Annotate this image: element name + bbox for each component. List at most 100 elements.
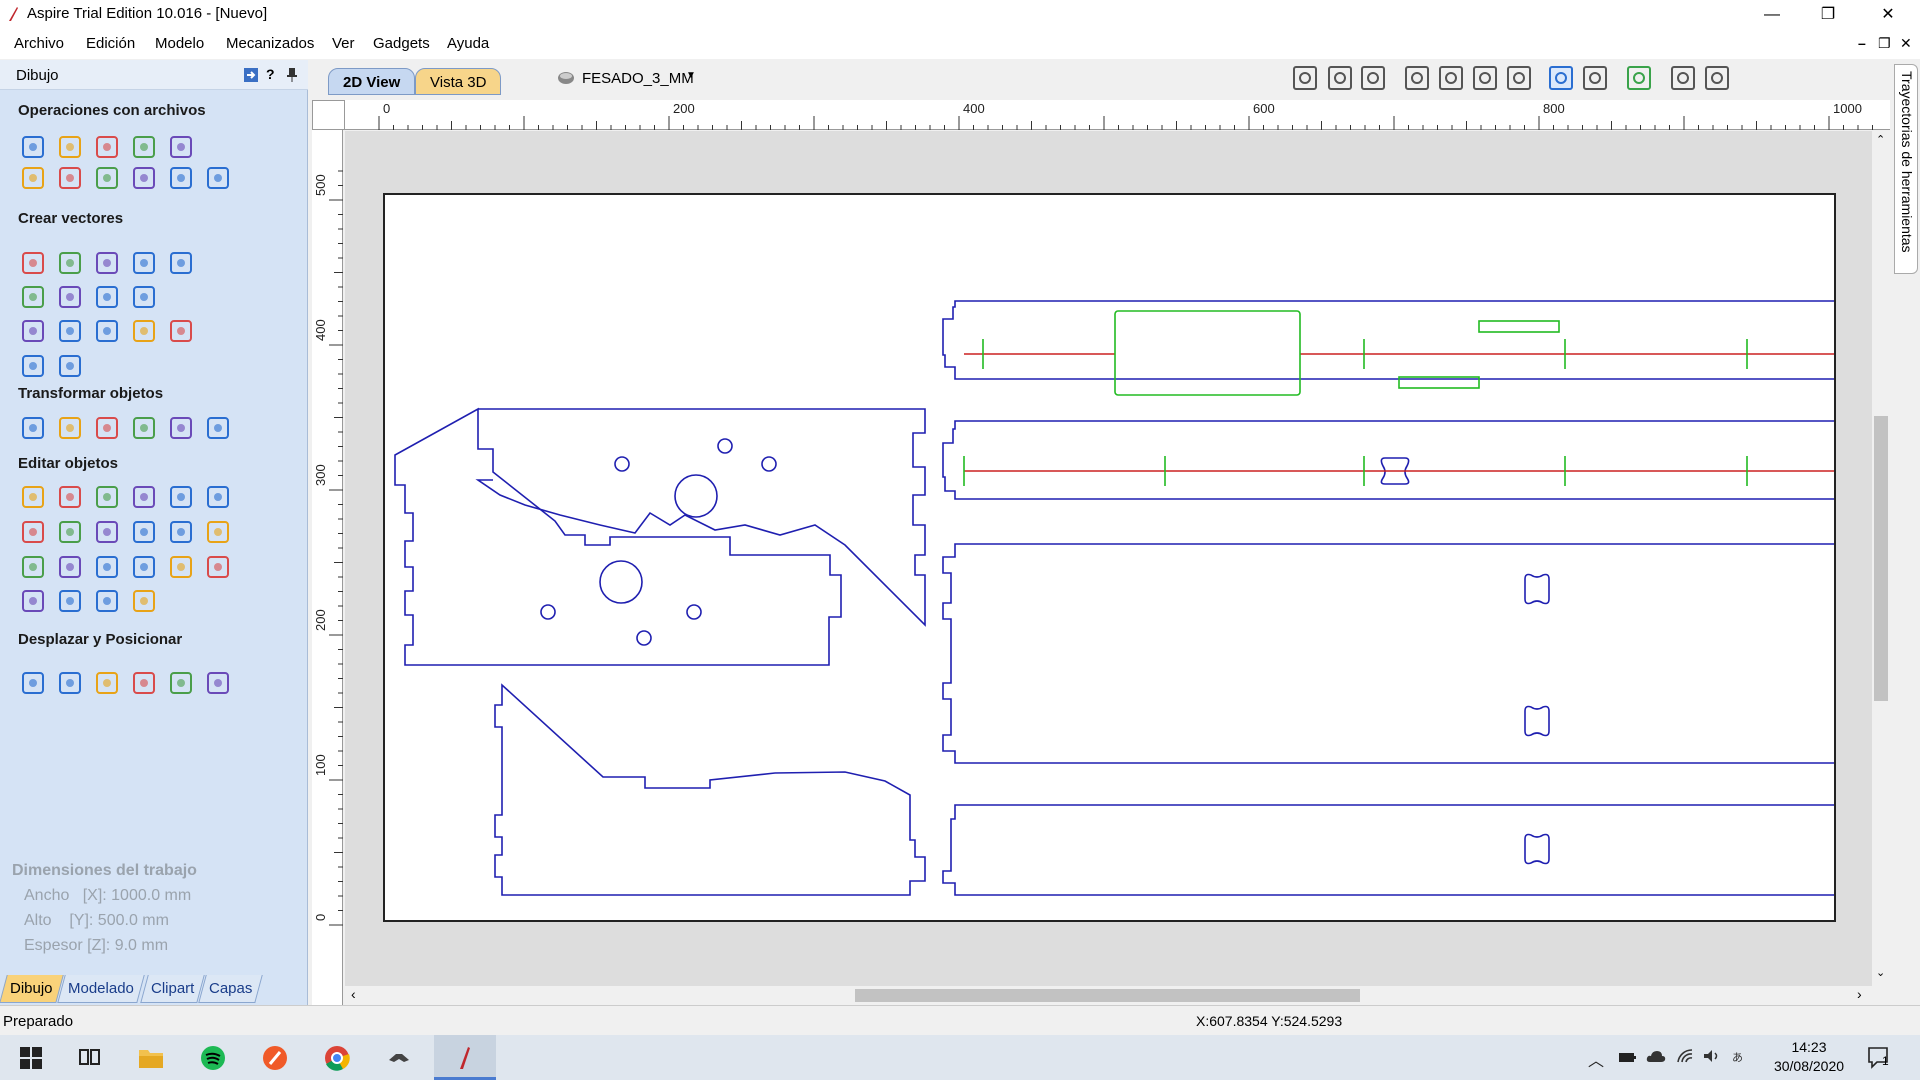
- material-icon[interactable]: [1624, 63, 1654, 93]
- text-box-icon[interactable]: [55, 316, 85, 346]
- draw-tool-icon[interactable]: [18, 351, 48, 381]
- taskbar-app[interactable]: [244, 1035, 306, 1080]
- edit-icon[interactable]: [203, 482, 233, 512]
- tab-clipart[interactable]: Clipart: [140, 975, 206, 1003]
- cloud-icon[interactable]: [1646, 1049, 1666, 1063]
- scroll-right-icon[interactable]: ›: [1857, 986, 1862, 1002]
- undo-icon[interactable]: [166, 163, 196, 193]
- toolpath-preview-icon[interactable]: [1580, 63, 1610, 93]
- abc-icon[interactable]: [166, 316, 196, 346]
- grid-copy-icon[interactable]: [203, 668, 233, 698]
- resize-icon[interactable]: [55, 413, 85, 443]
- rotate-copy-icon[interactable]: [92, 668, 122, 698]
- distort-icon[interactable]: [166, 413, 196, 443]
- dimension-icon[interactable]: [55, 351, 85, 381]
- taskbar-game[interactable]: [368, 1035, 430, 1080]
- menu-modelo[interactable]: Modelo: [155, 35, 204, 52]
- measure-icon[interactable]: [166, 552, 196, 582]
- text-fit-icon[interactable]: [129, 316, 159, 346]
- toolpaths-tab[interactable]: Trayectorias de herramientas: [1894, 64, 1918, 274]
- arc-icon[interactable]: [92, 586, 122, 616]
- curve-icon[interactable]: [92, 282, 122, 312]
- copy-icon[interactable]: [92, 163, 122, 193]
- task-view-button[interactable]: [58, 1035, 120, 1080]
- import-icon[interactable]: [166, 132, 196, 162]
- tray-chevron-icon[interactable]: ︿: [1588, 1047, 1604, 1071]
- volume-icon[interactable]: [1702, 1048, 1720, 1064]
- horizontal-scroll-thumb[interactable]: [855, 989, 1360, 1002]
- horizontal-scrollbar[interactable]: ‹ ›: [345, 986, 1872, 1004]
- taskbar-spotify[interactable]: [182, 1035, 244, 1080]
- open-file-icon[interactable]: [55, 132, 85, 162]
- restore-button[interactable]: ❐: [1800, 0, 1856, 29]
- polyline-icon[interactable]: [18, 282, 48, 312]
- taskbar-chrome[interactable]: [306, 1035, 368, 1080]
- extend-icon[interactable]: [129, 586, 159, 616]
- delete-icon[interactable]: [166, 482, 196, 512]
- scroll-down-icon[interactable]: ⌄: [1876, 966, 1885, 979]
- notifications-icon[interactable]: [1866, 1045, 1894, 1071]
- qr-icon[interactable]: [166, 668, 196, 698]
- pan-icon[interactable]: [1402, 63, 1432, 93]
- close-button[interactable]: ✕: [1860, 0, 1916, 29]
- rectangle-icon[interactable]: [92, 248, 122, 278]
- help-button[interactable]: ?: [266, 66, 275, 82]
- zoom-out-icon[interactable]: [1470, 63, 1500, 93]
- spiral-icon[interactable]: [129, 282, 159, 312]
- toolpath-selector[interactable]: FESADO_3_MM: [582, 70, 694, 87]
- wifi-icon[interactable]: [1676, 1048, 1694, 1064]
- redo-icon[interactable]: [203, 163, 233, 193]
- grid-icon[interactable]: [1358, 63, 1388, 93]
- zoom-box-icon[interactable]: [1290, 63, 1320, 93]
- tab-capas[interactable]: Capas: [198, 975, 264, 1003]
- trim-icon[interactable]: [92, 517, 122, 547]
- weld-icon[interactable]: [18, 517, 48, 547]
- scroll-left-icon[interactable]: ‹: [351, 986, 356, 1002]
- start-button[interactable]: [0, 1035, 62, 1080]
- image-icon[interactable]: [203, 552, 233, 582]
- vertical-scrollbar[interactable]: ⌃ ⌄: [1872, 131, 1890, 986]
- scroll-up-icon[interactable]: ⌃: [1876, 133, 1885, 146]
- bitmap-icon[interactable]: [129, 482, 159, 512]
- pin-icon[interactable]: [286, 67, 298, 83]
- tab-dibujo[interactable]: Dibujo: [0, 975, 64, 1003]
- menu-ver[interactable]: Ver: [332, 35, 355, 52]
- view-layout-icon[interactable]: [1325, 63, 1355, 93]
- join-icon[interactable]: [92, 552, 122, 582]
- nest-icon[interactable]: [18, 668, 48, 698]
- menu-mecanizados[interactable]: Mecanizados: [226, 35, 314, 52]
- new-file-icon[interactable]: [18, 132, 48, 162]
- text-icon[interactable]: [18, 316, 48, 346]
- mdi-close-button[interactable]: ✕: [1900, 35, 1912, 52]
- path-copy-icon[interactable]: [129, 668, 159, 698]
- polygon-icon[interactable]: [129, 248, 159, 278]
- close-vector-icon[interactable]: [129, 552, 159, 582]
- align-icon[interactable]: [92, 413, 122, 443]
- job-sheet[interactable]: [383, 193, 1920, 922]
- split-view-icon[interactable]: [1668, 63, 1698, 93]
- circle-icon[interactable]: [18, 248, 48, 278]
- tab-modelado[interactable]: Modelado: [57, 975, 145, 1003]
- taskbar-aspire[interactable]: [434, 1035, 496, 1080]
- snap-icon[interactable]: [1546, 63, 1576, 93]
- chevron-down-icon[interactable]: ▼: [686, 70, 696, 81]
- vertical-scroll-thumb[interactable]: [1874, 416, 1888, 701]
- star-icon[interactable]: [166, 248, 196, 278]
- fillet-icon[interactable]: [18, 552, 48, 582]
- check-icon[interactable]: [203, 517, 233, 547]
- text-on-curve-icon[interactable]: [92, 316, 122, 346]
- clock[interactable]: 14:23 30/08/2020: [1768, 1038, 1850, 1076]
- ruler-corner[interactable]: [312, 100, 345, 130]
- mdi-restore-button[interactable]: ❐: [1878, 35, 1891, 52]
- zoom-fit-icon[interactable]: [1504, 63, 1534, 93]
- language-icon[interactable]: あ: [1730, 1049, 1748, 1065]
- fill-icon[interactable]: [129, 517, 159, 547]
- save-file-icon[interactable]: [92, 132, 122, 162]
- line-icon[interactable]: [55, 282, 85, 312]
- select-all-icon[interactable]: [18, 163, 48, 193]
- tab-2d-view[interactable]: 2D View: [328, 68, 416, 95]
- layer-view-icon[interactable]: [1702, 63, 1732, 93]
- zoom-in-icon[interactable]: [1436, 63, 1466, 93]
- vector-drawing[interactable]: [385, 195, 1920, 920]
- smooth-icon[interactable]: [55, 552, 85, 582]
